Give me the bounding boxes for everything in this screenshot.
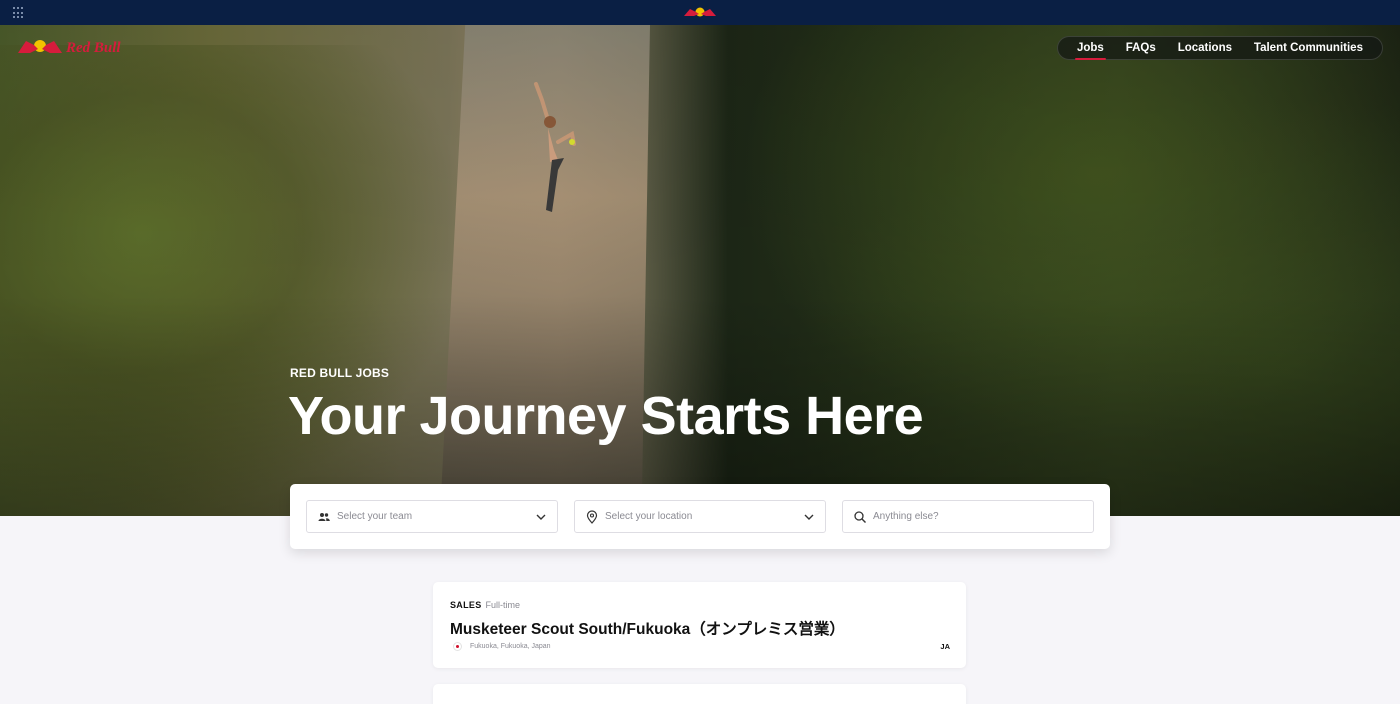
team-select-placeholder: Select your team bbox=[337, 511, 413, 522]
nav-item-locations[interactable]: Locations bbox=[1174, 42, 1236, 54]
chevron-down-icon bbox=[804, 514, 814, 520]
job-search-panel: Select your team Select your location bbox=[290, 484, 1110, 549]
team-select[interactable]: Select your team bbox=[306, 500, 558, 533]
keyword-search-field[interactable] bbox=[842, 500, 1094, 533]
hero-eyebrow: RED BULL JOBS bbox=[290, 366, 390, 380]
svg-text:Red Bull: Red Bull bbox=[65, 40, 121, 56]
hero-headline: Your Journey Starts Here bbox=[288, 386, 924, 446]
top-bar bbox=[0, 0, 1400, 25]
chevron-down-icon bbox=[536, 514, 546, 520]
keyword-search-input[interactable] bbox=[873, 511, 1093, 522]
hero-banner: Red Bull Jobs FAQs Locations Talent Comm… bbox=[0, 25, 1400, 516]
job-card[interactable] bbox=[433, 684, 966, 704]
japan-flag-icon bbox=[453, 642, 462, 651]
red-bull-logo[interactable]: Red Bull bbox=[16, 35, 128, 57]
map-pin-icon bbox=[586, 509, 598, 524]
job-department: SALES bbox=[450, 600, 482, 610]
red-bull-emblem-icon[interactable] bbox=[682, 4, 718, 20]
location-select[interactable]: Select your location bbox=[574, 500, 826, 533]
search-icon bbox=[854, 510, 866, 523]
job-type: Full-time bbox=[485, 600, 521, 610]
job-meta: SALES Full-time bbox=[450, 600, 520, 610]
job-location-text: Fukuoka, Fukuoka, Japan bbox=[470, 643, 551, 650]
main-nav: Jobs FAQs Locations Talent Communities bbox=[1057, 36, 1383, 60]
nav-item-jobs[interactable]: Jobs bbox=[1073, 42, 1108, 60]
job-language-badge: JA bbox=[940, 642, 950, 651]
nav-item-faqs[interactable]: FAQs bbox=[1122, 42, 1160, 54]
apps-grid-icon[interactable] bbox=[13, 7, 25, 19]
location-select-placeholder: Select your location bbox=[605, 511, 693, 522]
job-location: Fukuoka, Fukuoka, Japan bbox=[453, 642, 551, 651]
job-card[interactable]: SALES Full-time Musketeer Scout South/Fuk… bbox=[433, 582, 966, 668]
people-icon bbox=[318, 512, 330, 521]
job-title[interactable]: Musketeer Scout South/Fukuoka（オンプレミス営業） bbox=[450, 617, 845, 639]
nav-item-talent-communities[interactable]: Talent Communities bbox=[1250, 42, 1367, 54]
